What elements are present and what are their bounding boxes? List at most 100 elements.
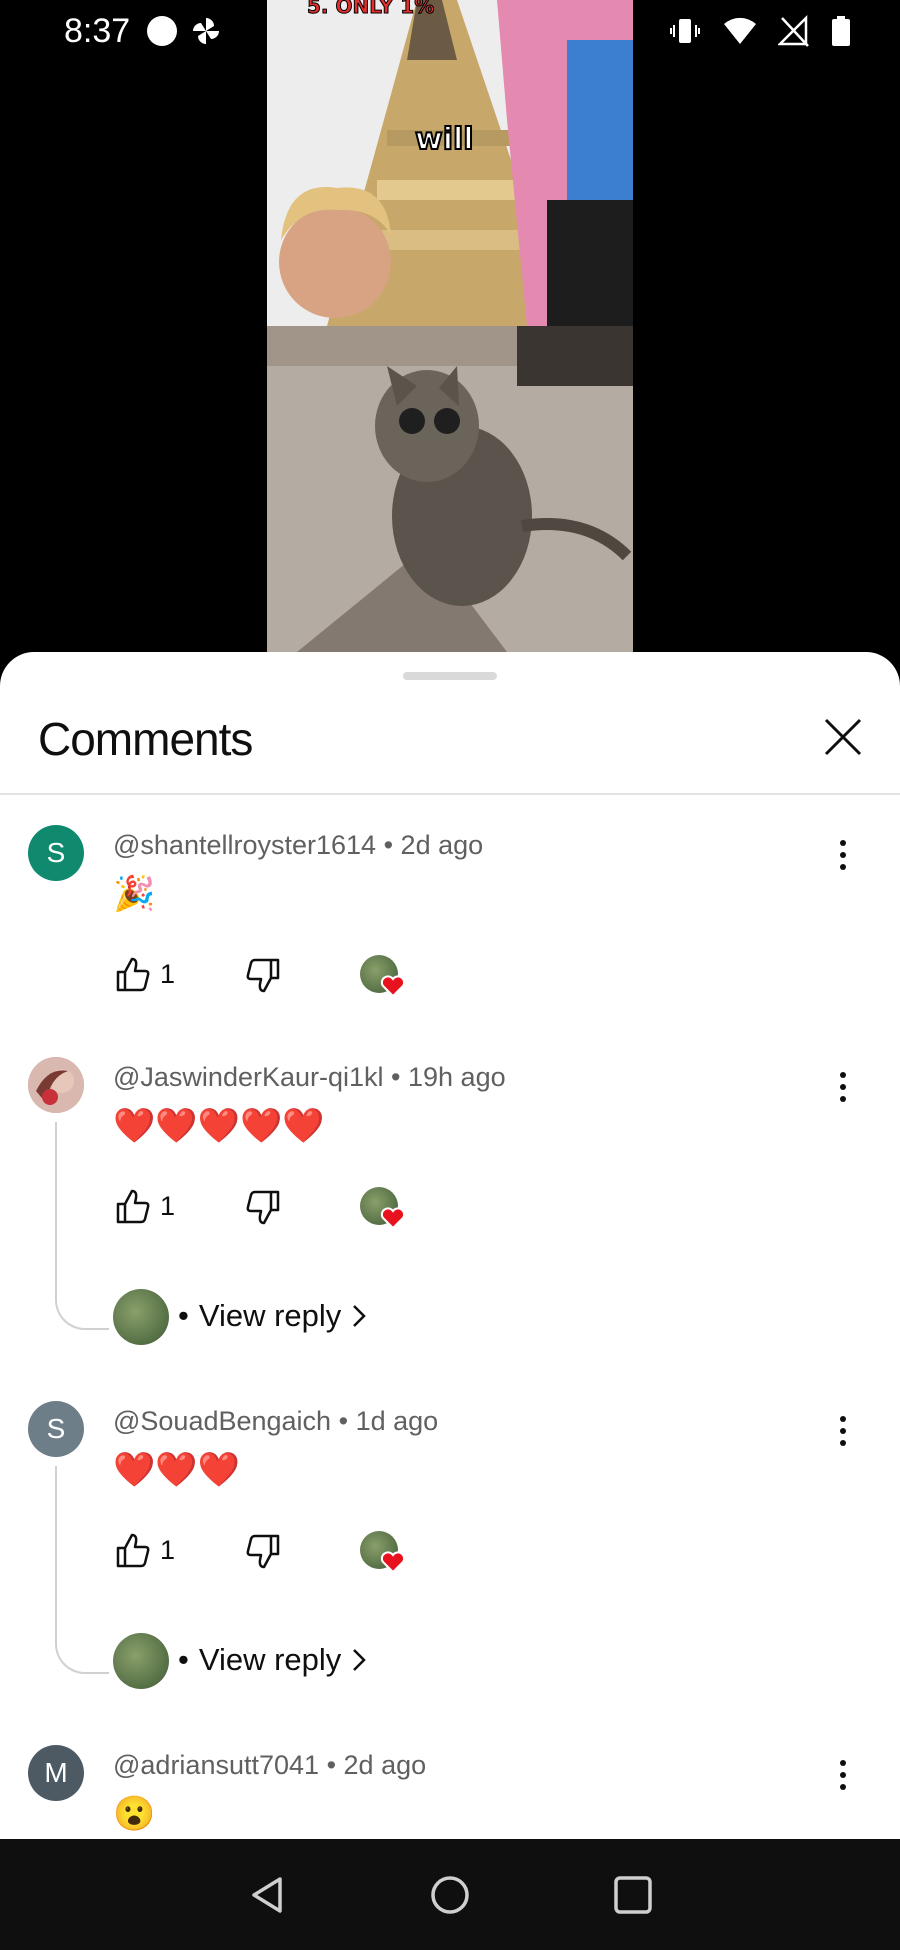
more-dot <box>840 852 846 858</box>
like-button[interactable] <box>113 1530 153 1570</box>
meta-separator: • <box>338 1406 349 1436</box>
avatar-letter: S <box>46 1413 66 1444</box>
wifi-icon <box>724 17 756 44</box>
comment-meta: @SouadBengaich • 1d ago <box>113 1406 438 1437</box>
more-dot <box>840 1772 846 1778</box>
thumbs-down-icon <box>246 958 280 993</box>
heart-icon <box>380 1551 406 1574</box>
creator-heart-badge <box>360 1187 410 1233</box>
reply-separator: • <box>178 1642 189 1677</box>
view-reply-label: View reply <box>198 1642 342 1677</box>
header-divider <box>0 793 900 795</box>
creator-heart-badge <box>360 1531 410 1577</box>
thumbs-down-icon <box>246 1190 280 1225</box>
no-signal-icon <box>778 14 809 47</box>
vibrate-icon <box>670 19 700 43</box>
recents-button[interactable] <box>611 1873 655 1917</box>
comment-age: 19h ago <box>408 1062 506 1092</box>
dislike-button[interactable] <box>243 1532 283 1572</box>
more-dot <box>840 864 846 870</box>
more-options-button[interactable] <box>826 1407 860 1455</box>
dislike-button[interactable] <box>243 1188 283 1228</box>
comment-meta: @shantellroyster1614 • 2d ago <box>113 830 483 861</box>
recents-icon <box>614 1876 652 1914</box>
more-dot <box>840 1096 846 1102</box>
view-reply-label: View reply <box>198 1298 342 1333</box>
reply-separator: • <box>178 1298 189 1333</box>
thumbs-up-icon <box>116 1189 150 1224</box>
more-dot <box>840 1072 846 1078</box>
view-reply-link[interactable]: • View reply <box>178 1298 367 1334</box>
like-button[interactable] <box>113 954 153 994</box>
like-count: 1 <box>160 1191 176 1221</box>
comment-text: 😮 <box>113 1795 156 1833</box>
comments-sheet: Comments S @shantellroyster1614 • 2d ago… <box>0 652 900 1839</box>
circle-dot-icon <box>147 16 177 46</box>
comment-author[interactable]: @SouadBengaich <box>113 1406 331 1436</box>
more-dot <box>840 1428 846 1434</box>
like-count: 1 <box>160 1535 176 1565</box>
status-left-icons <box>145 14 223 48</box>
comment-age: 2d ago <box>343 1750 427 1780</box>
more-dot <box>840 1084 846 1090</box>
video-player[interactable]: 5. ONLY 1% will <box>267 0 633 652</box>
home-icon <box>431 1876 469 1914</box>
status-bar: 8:37 <box>0 0 900 70</box>
chevron-right-icon <box>353 1305 367 1327</box>
thread-line <box>55 1466 109 1674</box>
pinwheel-icon <box>193 18 219 44</box>
meta-separator: • <box>326 1750 337 1780</box>
comment-author[interactable]: @adriansutt7041 <box>113 1750 319 1780</box>
navigation-bar <box>0 1839 900 1950</box>
avatar[interactable]: S <box>28 1401 84 1457</box>
more-options-button[interactable] <box>826 1751 860 1799</box>
avatar[interactable] <box>28 1057 84 1113</box>
comment-meta: @adriansutt7041 • 2d ago <box>113 1750 426 1781</box>
close-button[interactable] <box>818 712 868 762</box>
comment-age: 2d ago <box>400 830 484 860</box>
avatar[interactable]: S <box>28 825 84 881</box>
comment-text: ❤️❤️❤️❤️❤️ <box>113 1107 325 1145</box>
comment-text: ❤️❤️❤️ <box>113 1451 241 1489</box>
home-button[interactable] <box>428 1873 472 1917</box>
close-icon <box>824 718 862 756</box>
video-caption: will <box>414 121 475 158</box>
thumbs-up-icon <box>116 957 150 992</box>
more-dot <box>840 1416 846 1422</box>
thumbs-up-icon <box>116 1533 150 1568</box>
avatar-letter: M <box>44 1757 68 1788</box>
battery-icon <box>832 16 850 46</box>
meta-separator: • <box>383 830 394 860</box>
creator-heart-badge <box>360 955 410 1001</box>
more-dot <box>840 1760 846 1766</box>
cat-scene <box>267 326 633 652</box>
comment-author[interactable]: @JaswinderKaur-qi1kl <box>113 1062 384 1092</box>
back-icon <box>252 1877 282 1913</box>
more-dot <box>840 1440 846 1446</box>
comment-age: 1d ago <box>355 1406 439 1436</box>
status-time: 8:37 <box>64 12 131 50</box>
comment-author[interactable]: @shantellroyster1614 <box>113 830 376 860</box>
reply-avatar[interactable] <box>113 1633 169 1689</box>
heart-icon <box>380 975 406 998</box>
drag-handle[interactable] <box>403 672 497 680</box>
like-count: 1 <box>160 959 176 989</box>
more-dot <box>840 840 846 846</box>
view-reply-link[interactable]: • View reply <box>178 1642 367 1678</box>
meta-separator: • <box>391 1062 401 1092</box>
back-button[interactable] <box>246 1873 290 1917</box>
more-options-button[interactable] <box>826 831 860 879</box>
thumbs-down-icon <box>246 1534 280 1569</box>
more-options-button[interactable] <box>826 1063 860 1111</box>
like-button[interactable] <box>113 1186 153 1226</box>
more-dot <box>840 1784 846 1790</box>
comment-meta: @JaswinderKaur-qi1kl • 19h ago <box>113 1062 506 1093</box>
reply-avatar[interactable] <box>113 1289 169 1345</box>
heart-icon <box>380 1207 406 1230</box>
dislike-button[interactable] <box>243 956 283 996</box>
avatar[interactable]: M <box>28 1745 84 1801</box>
comments-title: Comments <box>38 713 253 765</box>
profile-photo-icon <box>28 1057 84 1113</box>
thread-line <box>55 1122 109 1330</box>
avatar-letter: S <box>46 837 66 868</box>
